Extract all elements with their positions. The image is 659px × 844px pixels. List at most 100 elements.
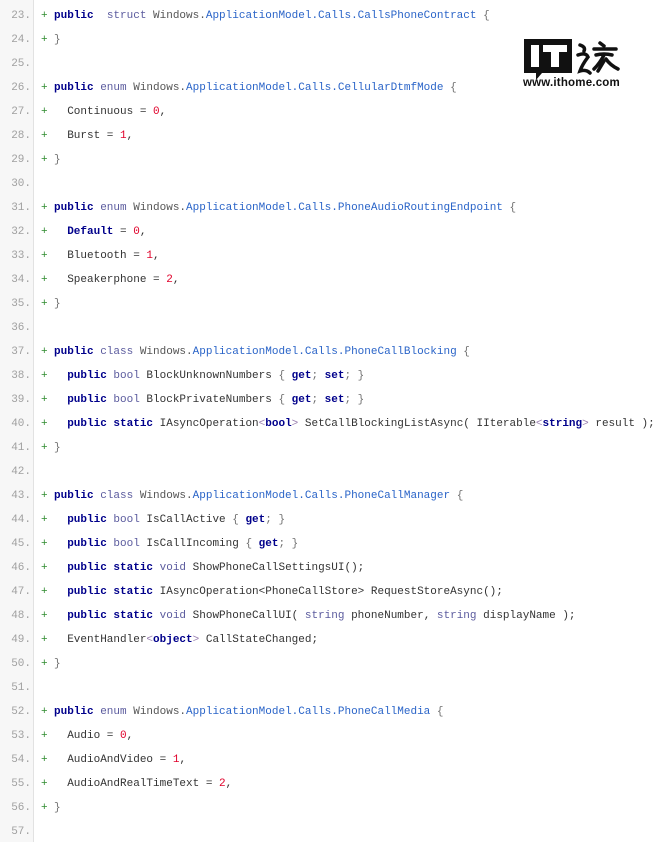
code-line: 28. + Burst = 1,: [0, 124, 659, 148]
code-token: public: [67, 370, 107, 382]
code-token: 2: [166, 274, 173, 286]
code-line: 44. + public bool IsCallActive { get; }: [0, 508, 659, 532]
code-text: public static IAsyncOperation < bool > SetC…: [54, 412, 655, 436]
ithome-url: www.ithome.com: [523, 77, 620, 89]
code-token: get: [291, 394, 312, 406]
line-number: 37.: [11, 346, 31, 358]
code-token: ,: [126, 130, 134, 142]
code-token: bool: [106, 370, 140, 382]
line-number: 55.: [11, 778, 31, 790]
code-token: IsCallActive: [139, 514, 233, 526]
code-text: public enum Windows.ApplicationModel.Cal…: [54, 700, 444, 724]
code-line: 54. + AudioAndVideo = 1,: [0, 748, 659, 772]
added-line-marker: +: [41, 754, 48, 766]
code-token: EventHandler: [54, 634, 147, 646]
added-line-marker: +: [41, 610, 48, 622]
code-token: public static: [67, 562, 154, 574]
code-line: 40. + public static IAsyncOperation < bool >…: [0, 412, 659, 436]
code-token: public: [54, 706, 94, 718]
code-token: 1: [120, 130, 127, 142]
code-token: get: [291, 370, 312, 382]
line-number: 24.: [11, 34, 31, 46]
code-token: }: [54, 298, 61, 310]
code-text: public bool IsCallActive { get; }: [54, 508, 285, 532]
code-token: Burst =: [54, 130, 121, 142]
code-token: 0: [120, 730, 127, 742]
code-token: ,: [159, 106, 167, 118]
code-line: 53. + Audio = 0,: [0, 724, 659, 748]
added-line-marker: +: [41, 82, 48, 94]
added-line-marker: +: [41, 802, 48, 814]
line-number: 23.: [11, 10, 31, 22]
code-token: ;: [311, 370, 325, 382]
code-token: Windows.: [146, 10, 206, 22]
code-token: bool: [106, 514, 140, 526]
code-token: BlockPrivateNumbers: [139, 394, 279, 406]
added-line-marker: +: [41, 562, 48, 574]
code-token: <: [535, 418, 543, 430]
line-number: 47.: [11, 586, 31, 598]
code-token: class: [93, 490, 134, 502]
line-number: 34.: [11, 274, 31, 286]
added-line-marker: +: [41, 250, 48, 262]
code-line: 50. +}: [0, 652, 659, 676]
code-token: public: [54, 346, 94, 358]
code-token: bool: [106, 538, 140, 550]
code-token: Windows.: [133, 346, 193, 358]
line-number: 43.: [11, 490, 31, 502]
code-line: 35. +}: [0, 292, 659, 316]
line-number: 52.: [11, 706, 31, 718]
code-token: Default: [67, 226, 114, 238]
code-token: ShowPhoneCallSettingsUI();: [186, 562, 365, 574]
code-text: public struct Windows.ApplicationModel.C…: [54, 4, 490, 28]
line-number: 39.: [11, 394, 31, 406]
code-line: 49. + EventHandler<object> CallStateChang…: [0, 628, 659, 652]
added-line-marker: +: [41, 586, 48, 598]
code-line: 38. + public bool BlockUnknownNumbers { g…: [0, 364, 659, 388]
code-line: 51.: [0, 676, 659, 700]
code-text: Burst = 1,: [54, 124, 133, 148]
code-token: enum: [93, 82, 127, 94]
code-text: }: [54, 292, 61, 316]
code-token: IsCallIncoming: [139, 538, 246, 550]
code-token: ; }: [278, 538, 299, 550]
added-line-marker: +: [41, 634, 48, 646]
code-line: 46. + public static void ShowPhoneCallSet…: [0, 556, 659, 580]
code-text: public enum Windows.ApplicationModel.Cal…: [54, 76, 457, 100]
line-number: 50.: [11, 658, 31, 670]
added-line-marker: +: [41, 778, 48, 790]
code-token: ; }: [344, 370, 365, 382]
code-token: Windows.: [126, 706, 187, 718]
code-token: Windows.: [133, 490, 193, 502]
code-line: 37. + public class Windows.ApplicationMode…: [0, 340, 659, 364]
line-number: 32.: [11, 226, 31, 238]
code-line: 39. + public bool BlockPrivateNumbers { g…: [0, 388, 659, 412]
code-line: 45. + public bool IsCallIncoming { get; }: [0, 532, 659, 556]
code-token: }: [54, 154, 61, 166]
code-token: }: [54, 802, 61, 814]
code-text: Audio = 0,: [54, 724, 133, 748]
code-text: public enum Windows.ApplicationModel.Cal…: [54, 196, 516, 220]
code-token: 0: [133, 226, 140, 238]
code-line: 29. +}: [0, 148, 659, 172]
code-token: {: [430, 706, 444, 718]
line-number: 36.: [11, 322, 31, 334]
code-token: {: [245, 538, 259, 550]
code-token: IAsyncOperation<PhoneCallStore> RequestS…: [153, 586, 503, 598]
code-token: IAsyncOperation: [153, 418, 259, 430]
line-number: 44.: [11, 514, 31, 526]
line-number: 33.: [11, 250, 31, 262]
code-token: void: [153, 562, 187, 574]
code-line: 36.: [0, 316, 659, 340]
code-token: set: [324, 370, 345, 382]
line-number: 45.: [11, 538, 31, 550]
code-text: }: [54, 28, 61, 52]
code-line: 42.: [0, 460, 659, 484]
